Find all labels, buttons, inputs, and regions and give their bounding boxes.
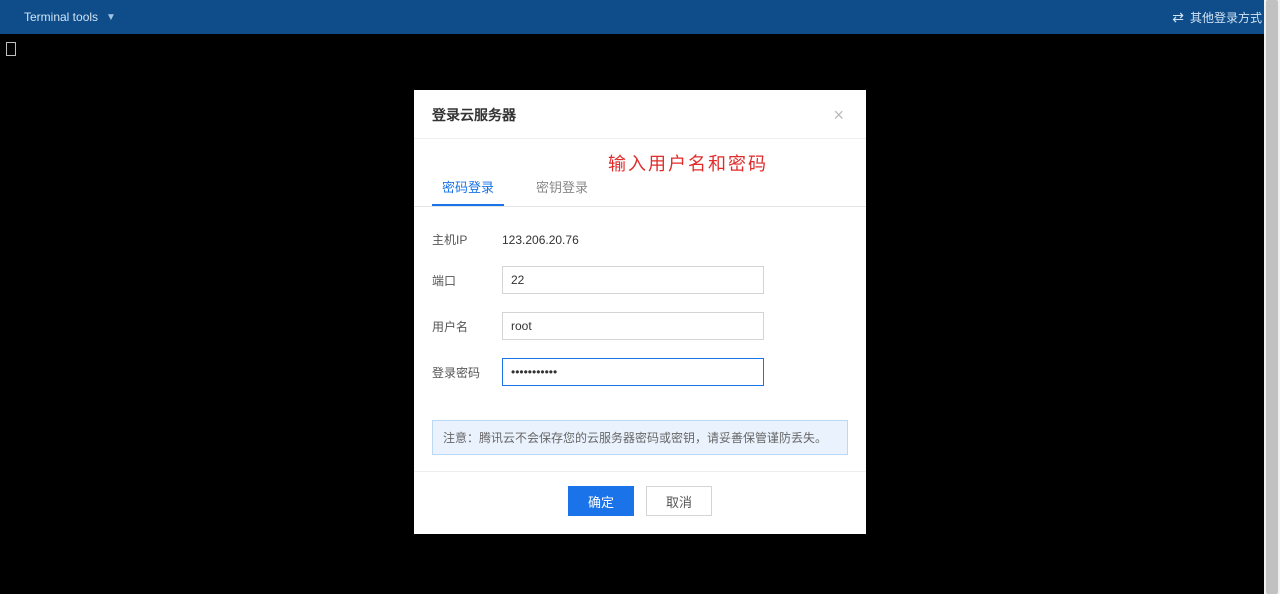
scrollbar-track[interactable]: [1264, 0, 1280, 594]
top-bar: Terminal tools ▼ ⇄ 其他登录方式: [0, 0, 1280, 34]
modal-header: 登录云服务器 ×: [414, 90, 866, 139]
username-input[interactable]: [502, 312, 764, 340]
password-input[interactable]: [502, 358, 764, 386]
login-tabs: 密码登录 密钥登录: [414, 167, 866, 207]
row-port: 端口: [432, 266, 848, 294]
ok-button[interactable]: 确定: [568, 486, 634, 516]
switch-icon: ⇄: [1172, 10, 1184, 24]
row-password: 登录密码: [432, 358, 848, 386]
host-ip-label: 主机IP: [432, 231, 502, 248]
port-input[interactable]: [502, 266, 764, 294]
username-label: 用户名: [432, 318, 502, 335]
row-host-ip: 主机IP 123.206.20.76: [432, 231, 848, 248]
scrollbar-thumb[interactable]: [1266, 0, 1278, 594]
modal-footer: 确定 取消: [414, 471, 866, 534]
terminal-tools-label: Terminal tools: [24, 10, 98, 24]
tab-key-login[interactable]: 密钥登录: [526, 167, 598, 206]
terminal-cursor: [6, 42, 16, 56]
notice-box: 注意：腾讯云不会保存您的云服务器密码或密钥，请妥善保管谨防丢失。: [432, 420, 848, 455]
cancel-button[interactable]: 取消: [646, 486, 712, 516]
caret-down-icon: ▼: [106, 12, 116, 23]
other-login-label: 其他登录方式: [1190, 9, 1262, 26]
terminal-tools-menu[interactable]: Terminal tools ▼: [0, 0, 186, 34]
modal-title: 登录云服务器: [432, 105, 516, 125]
tab-password-login[interactable]: 密码登录: [432, 167, 504, 206]
password-label: 登录密码: [432, 364, 502, 381]
host-ip-value: 123.206.20.76: [502, 233, 579, 247]
close-icon[interactable]: ×: [829, 104, 848, 126]
login-form: 主机IP 123.206.20.76 端口 用户名 登录密码: [414, 207, 866, 410]
row-username: 用户名: [432, 312, 848, 340]
login-modal: 登录云服务器 × 密码登录 密钥登录 主机IP 123.206.20.76 端口…: [414, 90, 866, 534]
port-label: 端口: [432, 272, 502, 289]
